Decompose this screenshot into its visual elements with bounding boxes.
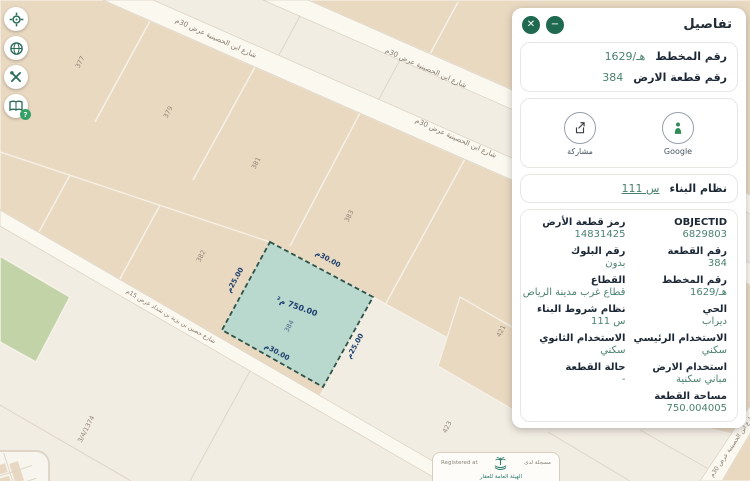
attr-sector: القطاع قطاع غرب مدينة الرياض: [523, 275, 626, 298]
watermark-en-label: Registered at: [441, 460, 478, 466]
attr-label: الاستخدام الثانوي: [523, 333, 626, 344]
building-system-link[interactable]: س 111: [622, 182, 660, 195]
attr-label: القطاع: [523, 275, 626, 286]
parcel-number-value: 384: [602, 71, 623, 84]
watermark-org-label: الهيئة العامة للعقار: [480, 474, 522, 480]
share-icon: [573, 121, 587, 135]
watermark-ar-label: مسجلة لدى: [524, 460, 551, 466]
attr-district: الحي ديراب: [633, 304, 727, 327]
summary-card: رقم المخطط 1629/هـ رقم قطعة الارض 384: [520, 42, 738, 92]
overview-inset-map[interactable]: [0, 450, 50, 481]
google-maps-icon: [671, 121, 685, 135]
legend-help-badge: ?: [20, 109, 31, 120]
saudi-emblem-icon: [493, 457, 508, 472]
building-system-card: نظام البناء س 111: [520, 174, 738, 203]
minimize-button[interactable]: −: [546, 16, 564, 34]
google-maps-label: Google: [664, 147, 692, 156]
share-label: مشاركة: [567, 147, 593, 156]
panel-title: تفاصيل: [683, 17, 732, 32]
locate-button[interactable]: [4, 7, 28, 31]
attr-label: حالة القطعة: [523, 362, 626, 373]
plan-number-row: رقم المخطط 1629/هـ: [531, 50, 727, 63]
share-circle: [564, 112, 596, 144]
attr-value: 750.004005: [633, 403, 727, 414]
attr-value: بدون: [523, 258, 626, 269]
attr-value: -: [523, 374, 626, 385]
overview-inset-pattern: [0, 452, 48, 481]
attr-value: س 111: [523, 316, 626, 327]
attributes-card: OBJECTID 6829803 رمز قطعة الأرض 14831425…: [520, 209, 738, 422]
building-system-label: نظام البناء: [669, 182, 727, 195]
attr-label: الحي: [633, 304, 727, 315]
globe-icon: [9, 41, 24, 56]
google-maps-button[interactable]: Google: [629, 112, 727, 156]
attr-land-use: استخدام الارض مباني سكنية: [633, 362, 727, 385]
map-controls: ?: [4, 7, 28, 118]
attr-value: 14831425: [523, 229, 626, 240]
attr-building-rules: نظام شروط البناء س 111: [523, 304, 626, 327]
attr-value: 6829803: [633, 229, 727, 240]
attr-value: مباني سكنية: [633, 374, 727, 385]
building-system-row: نظام البناء س 111: [531, 182, 727, 195]
attr-label: استخدام الارض: [633, 362, 727, 373]
tools-button[interactable]: [4, 65, 28, 89]
attr-label: OBJECTID: [633, 217, 727, 228]
locate-icon: [9, 12, 24, 27]
details-panel-header: ✕ − تفاصيل: [520, 8, 738, 42]
attr-label: رقم المخطط: [633, 275, 727, 286]
attr-parcel-status: حالة القطعة -: [523, 362, 626, 385]
map-watermark: Registered at الهيئة العامة للعقار مسجلة…: [432, 452, 560, 481]
attr-value: قطاع غرب مدينة الرياض: [523, 287, 626, 298]
attr-value: سكني: [523, 345, 626, 356]
attr-secondary-use: الاستخدام الثانوي سكني: [523, 333, 626, 356]
plan-number-label: رقم المخطط: [655, 50, 727, 63]
parcel-number-label: رقم قطعة الارض: [633, 71, 727, 84]
attr-parcel-no: رقم القطعة 384: [633, 246, 727, 269]
share-button[interactable]: مشاركة: [531, 112, 629, 156]
attr-parcel-area: مساحة القطعة 750.004005: [633, 391, 727, 414]
attr-plan-no: رقم المخطط 1629/هـ: [633, 275, 727, 298]
attr-block-no: رقم البلوك بدون: [523, 246, 626, 269]
legend-button[interactable]: ?: [4, 94, 28, 118]
parcel-number-row: رقم قطعة الارض 384: [531, 71, 727, 84]
actions-card: Google مشاركة: [520, 98, 738, 168]
attr-objectid: OBJECTID 6829803: [633, 217, 727, 240]
attr-value: سكني: [633, 345, 727, 356]
gis-parcel-viewer: شارع ابن الحصينية عرض 30م شارع ابن الحصي…: [0, 0, 750, 481]
plan-number-value: 1629/هـ: [605, 50, 646, 63]
attr-value: ديراب: [633, 316, 727, 327]
google-maps-circle: [662, 112, 694, 144]
attr-value: 1629/هـ: [633, 287, 727, 298]
basemap-button[interactable]: [4, 36, 28, 60]
tools-icon: [9, 70, 23, 84]
attr-label: رقم البلوك: [523, 246, 626, 257]
attr-label: نظام شروط البناء: [523, 304, 626, 315]
attr-main-use: الاستخدام الرئيسي سكني: [633, 333, 727, 356]
attr-label: مساحة القطعة: [633, 391, 727, 402]
details-panel: ✕ − تفاصيل رقم المخطط 1629/هـ رقم قطعة ا…: [512, 8, 746, 428]
attr-label: رقم القطعة: [633, 246, 727, 257]
close-button[interactable]: ✕: [522, 16, 540, 34]
attr-value: 384: [633, 258, 727, 269]
attr-label: رمز قطعة الأرض: [523, 217, 626, 228]
attr-parcel-code: رمز قطعة الأرض 14831425: [523, 217, 626, 240]
attr-label: الاستخدام الرئيسي: [633, 333, 727, 344]
